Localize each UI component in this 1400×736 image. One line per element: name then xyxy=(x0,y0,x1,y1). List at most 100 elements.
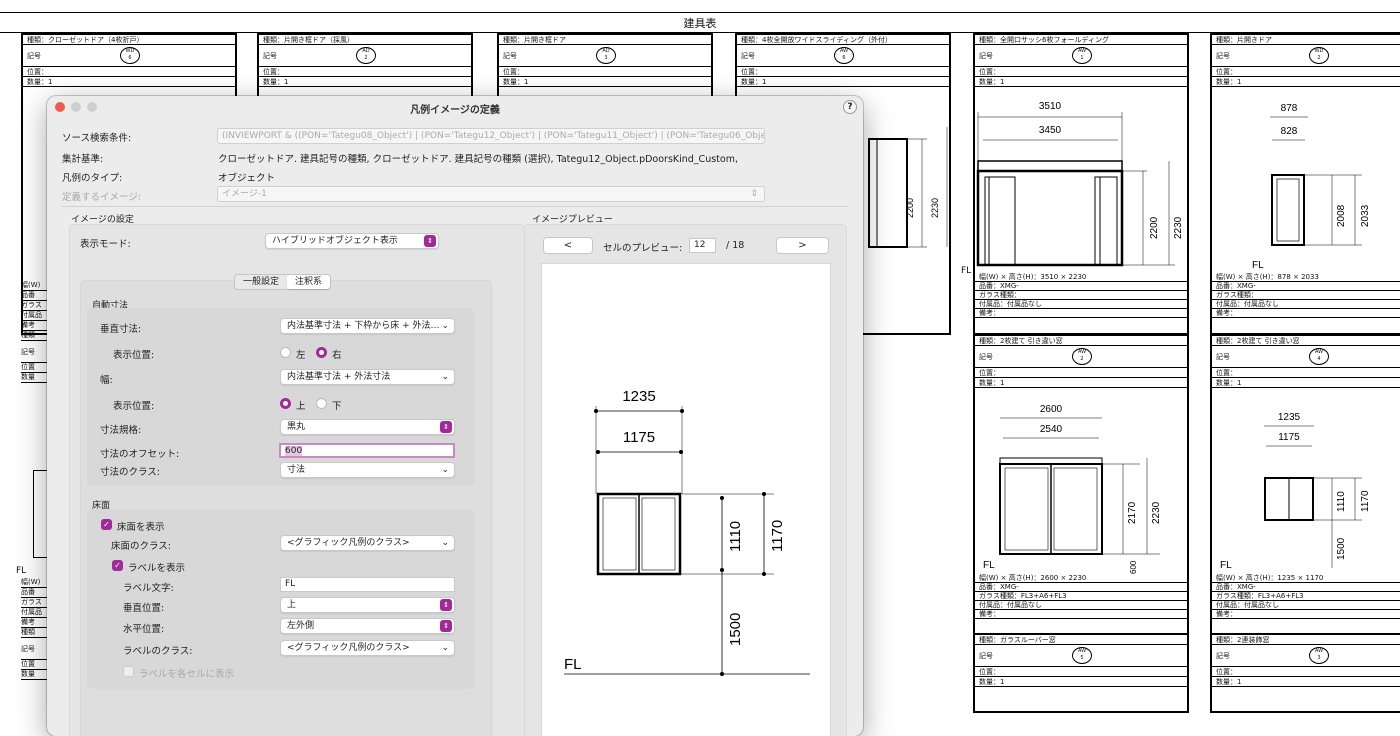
left-row-quantity: 数量 xyxy=(21,373,50,383)
vpos-value: 上 xyxy=(287,600,297,610)
badge-top: AW xyxy=(1077,349,1087,355)
fl-label: FL xyxy=(16,566,27,576)
badge-bottom: 1 xyxy=(1080,55,1084,61)
cell-code: 記号 xyxy=(27,52,41,60)
left-row-note: 備考 xyxy=(21,618,50,628)
cell-quantity: 数量：1 xyxy=(1212,677,1400,687)
vdim-select[interactable]: 内法基準寸法 + 下枠から床 + 外法… ⌄ xyxy=(280,318,455,334)
dim-2540: 2540 xyxy=(1040,424,1063,435)
legendtype-label: 凡例のタイプ: xyxy=(62,173,123,184)
dimstd-select[interactable]: 黒丸 ⇕ xyxy=(280,419,455,435)
cell-type: 種類：片開きドア xyxy=(1212,35,1400,45)
cell-code-row: 記号 AW 4 xyxy=(1212,346,1400,368)
width-value: 内法基準寸法 + 外法寸法 xyxy=(287,372,391,382)
offset-input[interactable]: 600 xyxy=(279,443,455,458)
radio-right-label: 右 xyxy=(332,350,342,361)
left-row-code: 記号 xyxy=(21,638,50,660)
vpos-select[interactable]: 上 ⇕ xyxy=(280,597,455,613)
dim-3450: 3450 xyxy=(1039,125,1062,136)
cell-position: 位置： xyxy=(1212,667,1400,677)
tab-note[interactable]: 注釈系 xyxy=(287,275,331,289)
width-select[interactable]: 内法基準寸法 + 外法寸法 ⌄ xyxy=(280,369,455,385)
cell-glass: ガラス種類：FL3+A6+FL3 xyxy=(1212,592,1400,601)
left-row-note: 備考 xyxy=(21,321,50,331)
drawing-area: 878 828 2008 2033 FL xyxy=(1212,87,1400,273)
labeltext-label: ラベル文字: xyxy=(123,583,174,594)
symbol-badge: WD 6 xyxy=(120,47,140,64)
labelclass-select[interactable]: <グラフィック凡例のクラス> ⌄ xyxy=(280,640,455,656)
cell-hinban: 品番：XMG- xyxy=(1212,583,1400,592)
show-floor-checkbox[interactable]: ✓ xyxy=(101,519,112,530)
cell-type: 種類：4枚全開放ワイドスライディング（外付） xyxy=(737,35,949,45)
radio-left[interactable] xyxy=(280,347,291,358)
define-image-select[interactable]: イメージ-1 ⇕ xyxy=(217,186,765,202)
labeltext-input[interactable]: FL xyxy=(280,577,455,592)
cell-type: 種類：ガラスルーバー窓 xyxy=(975,635,1187,645)
cell-hinban: 品番：XMG- xyxy=(1212,282,1400,291)
cell-note: 備考： xyxy=(1212,610,1400,619)
radio-right[interactable] xyxy=(316,347,327,358)
source-field[interactable]: (INVIEWPORT & ((PON='Tategu08_Object') |… xyxy=(217,128,765,144)
next-cell-button[interactable]: > xyxy=(776,237,829,254)
dialog-title: 凡例イメージの定義 xyxy=(410,105,500,116)
prev-cell-button[interactable]: < xyxy=(543,237,593,254)
dim-2033: 2033 xyxy=(1360,204,1371,227)
left-row-accessory: 付属品 xyxy=(21,608,50,618)
radio-top[interactable] xyxy=(280,398,291,409)
vdim-label: 垂直寸法: xyxy=(100,324,142,335)
preview-dim-height-inner: 1110 xyxy=(727,521,744,552)
cell-position: 位置： xyxy=(499,67,711,77)
cell-type: 種類：片開き框ドア xyxy=(499,35,711,45)
dim-2600: 2600 xyxy=(1040,404,1063,415)
disp-pos2-label: 表示位置: xyxy=(113,401,155,412)
symbol-badge: AW 1 xyxy=(1072,47,1092,64)
drawing-area: 3510 3450 2200 2230 xyxy=(975,87,1187,273)
show-label-label: ラベルを表示 xyxy=(128,563,186,574)
dim-1235: 1235 xyxy=(1278,412,1301,423)
hpos-select[interactable]: 左外側 ⇕ xyxy=(280,618,455,634)
preview-fl-label: FL xyxy=(564,656,582,673)
cell-glass: ガラス種類： xyxy=(975,291,1187,300)
cell-position: 位置： xyxy=(975,67,1187,77)
cell-code: 記号 xyxy=(503,52,517,60)
cell-size: 幅(W) × 高さ(H)：1235 × 1170 xyxy=(1212,574,1400,583)
cell-number-input[interactable]: 12 xyxy=(689,238,716,253)
show-label-checkbox[interactable]: ✓ xyxy=(112,560,123,571)
window-drawing: 2600 2540 2170 2230 600 FL xyxy=(983,404,1162,574)
radio-bottom[interactable] xyxy=(316,398,327,409)
dimclass-label: 寸法のクラス: xyxy=(100,467,161,478)
dim-600: 600 xyxy=(1129,560,1138,574)
floorclass-select[interactable]: <グラフィック凡例のクラス> ⌄ xyxy=(280,535,455,551)
cell-hinban: 品番：XMG- xyxy=(975,282,1187,291)
badge-top: AW xyxy=(1314,349,1324,355)
dim-2200: 2200 xyxy=(1149,216,1160,239)
cell-code-row: 記号 AD 3 xyxy=(499,45,711,67)
left-row-glass: ガラス xyxy=(21,598,50,608)
width-label: 幅: xyxy=(100,375,113,386)
cell-position: 位置： xyxy=(1212,368,1400,378)
dialog-titlebar: 凡例イメージの定義 ? xyxy=(47,96,863,118)
display-mode-value: ハイブリッドオブジェクト表示 xyxy=(272,236,398,246)
dimclass-select[interactable]: 寸法 ⌄ xyxy=(280,462,455,478)
dimstd-value: 黒丸 xyxy=(287,422,306,432)
help-icon[interactable]: ? xyxy=(843,100,857,114)
offset-value: 600 xyxy=(285,446,303,456)
tab-general[interactable]: 一般設定 xyxy=(235,275,287,289)
cell-code-row: 記号 WD 2 xyxy=(1212,45,1400,67)
dimstd-label: 寸法規格: xyxy=(100,425,142,436)
schedule-cell: 種類：ガラスルーバー窓 記号 AW 5 位置： 数量：1 xyxy=(973,633,1189,713)
cell-code-row: 記号 AW 3 xyxy=(1212,645,1400,667)
source-label: ソース検索条件: xyxy=(62,133,132,144)
schedule-cell: 種類：全開口サッシ6枚フォールディング 記号 AW 1 位置： 数量：1 3510 … xyxy=(973,33,1189,335)
labelclass-value: <グラフィック凡例のクラス> xyxy=(287,643,410,653)
criteria-label: 集計基準: xyxy=(62,154,104,165)
cell-position: 位置： xyxy=(975,368,1187,378)
each-cell-checkbox[interactable] xyxy=(123,666,134,677)
display-mode-select[interactable]: ハイブリッドオブジェクト表示 ⇕ xyxy=(265,233,439,249)
window-drawing: 3510 3450 2200 2230 xyxy=(976,101,1184,267)
left-row-quantity: 数量 xyxy=(21,670,50,680)
vdim-value: 内法基準寸法 + 下枠から床 + 外法… xyxy=(287,321,440,331)
badge-top: AW xyxy=(839,48,849,54)
badge-top: AW xyxy=(1077,648,1087,654)
preview-dim-height-outer: 1170 xyxy=(769,520,786,552)
